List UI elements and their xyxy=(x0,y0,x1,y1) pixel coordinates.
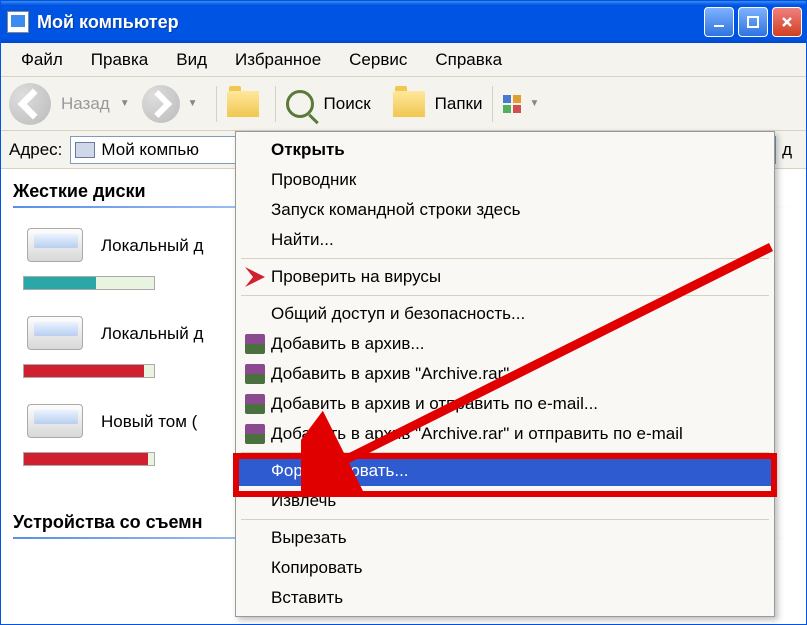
ctx-add-rar-email[interactable]: Добавить в архив "Archive.rar" и отправи… xyxy=(239,419,771,449)
ctx-copy[interactable]: Копировать xyxy=(239,553,771,583)
drive-usage-bar xyxy=(23,452,155,466)
toolbar: Назад ▼ ▼ Поиск Папки ▼ xyxy=(1,77,806,131)
folders-label[interactable]: Папки xyxy=(435,94,483,114)
back-label: Назад xyxy=(61,94,110,114)
kaspersky-icon xyxy=(245,267,265,287)
ctx-add-archive-rar-label: Добавить в архив "Archive.rar" xyxy=(271,364,509,384)
ctx-cut[interactable]: Вырезать xyxy=(239,523,771,553)
menu-file[interactable]: Файл xyxy=(7,46,77,74)
drive-label: Новый том ( xyxy=(101,412,197,432)
ctx-virus-scan[interactable]: Проверить на вирусы xyxy=(239,262,771,292)
menu-edit[interactable]: Правка xyxy=(77,46,162,74)
ctx-separator xyxy=(241,258,769,259)
forward-button[interactable] xyxy=(142,85,180,123)
ctx-cmd-here[interactable]: Запуск командной строки здесь xyxy=(239,195,771,225)
context-menu: Открыть Проводник Запуск командной строк… xyxy=(235,131,775,617)
forward-dropdown-icon[interactable]: ▼ xyxy=(188,98,198,109)
ctx-separator xyxy=(241,295,769,296)
menu-view[interactable]: Вид xyxy=(162,46,221,74)
ctx-open[interactable]: Открыть xyxy=(239,135,771,165)
back-button[interactable] xyxy=(9,83,51,125)
menu-favorites[interactable]: Избранное xyxy=(221,46,335,74)
ctx-add-archive[interactable]: Добавить в архив... xyxy=(239,329,771,359)
drive-usage-bar xyxy=(23,276,155,290)
ctx-explorer[interactable]: Проводник xyxy=(239,165,771,195)
toolbar-separator-3 xyxy=(492,86,493,122)
drive-usage-bar xyxy=(23,364,155,378)
winrar-icon xyxy=(245,394,265,414)
explorer-window: Мой компьютер Файл Правка Вид Избранное … xyxy=(0,0,807,625)
ctx-add-email-label: Добавить в архив и отправить по e-mail..… xyxy=(271,394,598,414)
titlebar: Мой компьютер xyxy=(1,1,806,43)
drive-label: Локальный д xyxy=(101,324,203,344)
drive-icon xyxy=(23,398,87,446)
toolbar-separator xyxy=(216,86,217,122)
ctx-virus-scan-label: Проверить на вирусы xyxy=(271,267,441,287)
window-title: Мой компьютер xyxy=(37,12,704,33)
ctx-find[interactable]: Найти... xyxy=(239,225,771,255)
address-value: Мой компью xyxy=(101,140,199,160)
views-icon[interactable] xyxy=(503,95,521,113)
toolbar-separator-2 xyxy=(275,86,276,122)
ctx-separator xyxy=(241,519,769,520)
back-dropdown-icon[interactable]: ▼ xyxy=(120,98,130,109)
menubar: Файл Правка Вид Избранное Сервис Справка xyxy=(1,43,806,77)
my-computer-icon xyxy=(7,11,29,33)
search-label[interactable]: Поиск xyxy=(324,94,371,114)
menu-help[interactable]: Справка xyxy=(421,46,516,74)
folders-icon[interactable] xyxy=(393,91,425,117)
up-folder-icon[interactable] xyxy=(227,91,259,117)
address-trailing: д xyxy=(776,140,798,160)
winrar-icon xyxy=(245,424,265,444)
ctx-format[interactable]: Форматировать... xyxy=(239,456,771,486)
maximize-button[interactable] xyxy=(738,7,768,37)
ctx-paste[interactable]: Вставить xyxy=(239,583,771,613)
winrar-icon xyxy=(245,364,265,384)
drive-icon xyxy=(23,310,87,358)
address-label: Адрес: xyxy=(9,140,62,160)
menu-tools[interactable]: Сервис xyxy=(335,46,421,74)
ctx-sharing[interactable]: Общий доступ и безопасность... xyxy=(239,299,771,329)
ctx-add-archive-label: Добавить в архив... xyxy=(271,334,425,354)
minimize-button[interactable] xyxy=(704,7,734,37)
winrar-icon xyxy=(245,334,265,354)
views-dropdown-icon[interactable]: ▼ xyxy=(529,98,539,109)
computer-icon xyxy=(75,142,95,158)
search-icon[interactable] xyxy=(286,90,314,118)
drive-label: Локальный д xyxy=(101,236,203,256)
ctx-add-email[interactable]: Добавить в архив и отправить по e-mail..… xyxy=(239,389,771,419)
ctx-eject[interactable]: Извлечь xyxy=(239,486,771,516)
ctx-separator xyxy=(241,452,769,453)
close-button[interactable] xyxy=(772,7,802,37)
ctx-add-rar-email-label: Добавить в архив "Archive.rar" и отправи… xyxy=(271,424,683,444)
ctx-add-archive-rar[interactable]: Добавить в архив "Archive.rar" xyxy=(239,359,771,389)
drive-icon xyxy=(23,222,87,270)
